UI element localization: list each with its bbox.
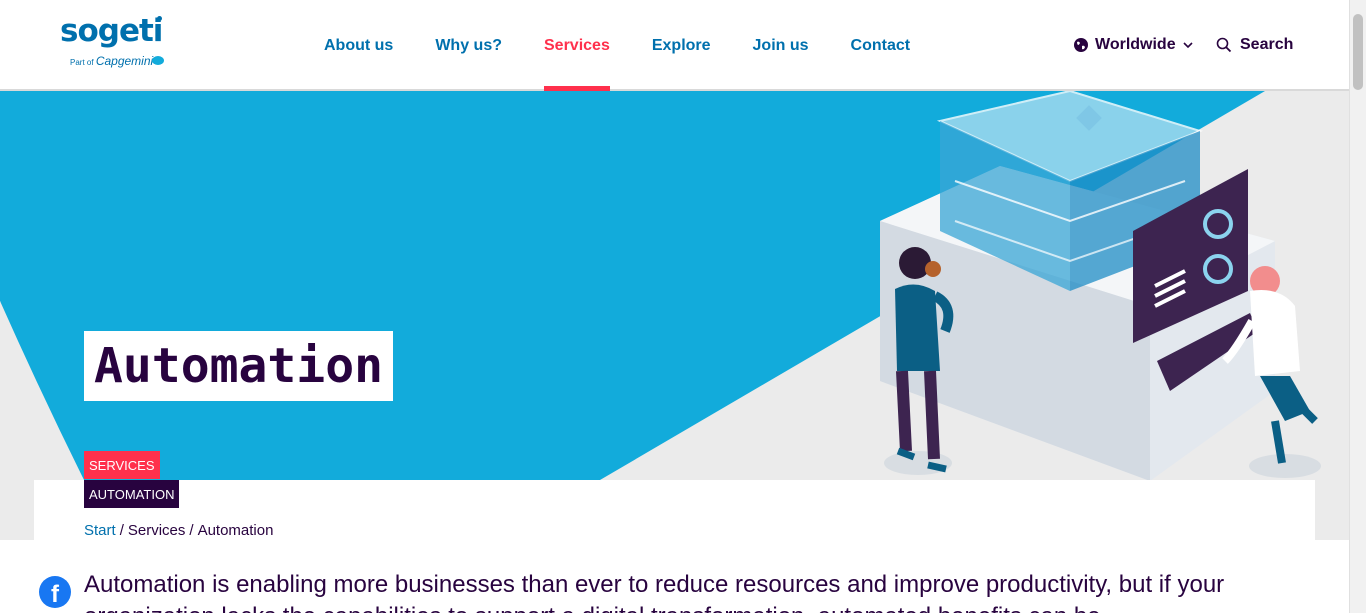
scrollbar-thumb[interactable]: [1353, 14, 1363, 90]
search-label: Search: [1240, 36, 1294, 53]
site-header: sogeti Part of Capgemini About us Why us…: [0, 0, 1349, 91]
intro-paragraph: Automation is enabling more businesses t…: [84, 571, 1225, 613]
nav-contact[interactable]: Contact: [830, 0, 932, 91]
main-nav: About us Why us? Services Explore Join u…: [303, 0, 931, 91]
capgemini-spade-icon: [152, 56, 164, 65]
globe-icon: [1074, 38, 1088, 52]
breadcrumb-services: Services: [127, 522, 186, 539]
search-icon: [1216, 37, 1232, 53]
logo-sub-brand: Capgemini: [95, 54, 154, 68]
hero-illustration: [0, 91, 1321, 481]
breadcrumb-separator: /: [189, 522, 194, 539]
breadcrumb-separator: /: [119, 522, 124, 539]
nav-join-us[interactable]: Join us: [732, 0, 830, 91]
page-title: Automation: [94, 338, 383, 394]
search-button[interactable]: Search: [1216, 36, 1293, 54]
sogeti-logo[interactable]: sogeti Part of Capgemini: [60, 16, 170, 74]
page-scrollbar[interactable]: [1349, 0, 1366, 613]
tag-services[interactable]: SERVICES: [84, 451, 160, 479]
chevron-down-icon: [1183, 42, 1193, 49]
breadcrumb: Start / Services / Automation: [84, 522, 273, 539]
logo-wordmark: sogeti: [60, 13, 163, 49]
logo-subline: Part of Capgemini: [70, 54, 153, 68]
hero-banner: [0, 91, 1349, 540]
facebook-share-icon[interactable]: f: [39, 576, 71, 608]
tag-automation[interactable]: AUTOMATION: [84, 480, 180, 508]
breadcrumb-start-link[interactable]: Start: [84, 522, 116, 539]
logo-dot: [157, 16, 162, 21]
nav-why-us[interactable]: Why us?: [414, 0, 523, 91]
nav-explore[interactable]: Explore: [631, 0, 732, 91]
nav-about-us[interactable]: About us: [303, 0, 414, 91]
page-title-box: Automation: [84, 331, 393, 401]
logo-sub-prefix: Part of: [70, 58, 94, 67]
region-label: Worldwide: [1095, 36, 1176, 53]
nav-services[interactable]: Services: [523, 0, 631, 91]
breadcrumb-current: Automation: [197, 522, 274, 539]
region-selector[interactable]: Worldwide: [1073, 36, 1194, 54]
